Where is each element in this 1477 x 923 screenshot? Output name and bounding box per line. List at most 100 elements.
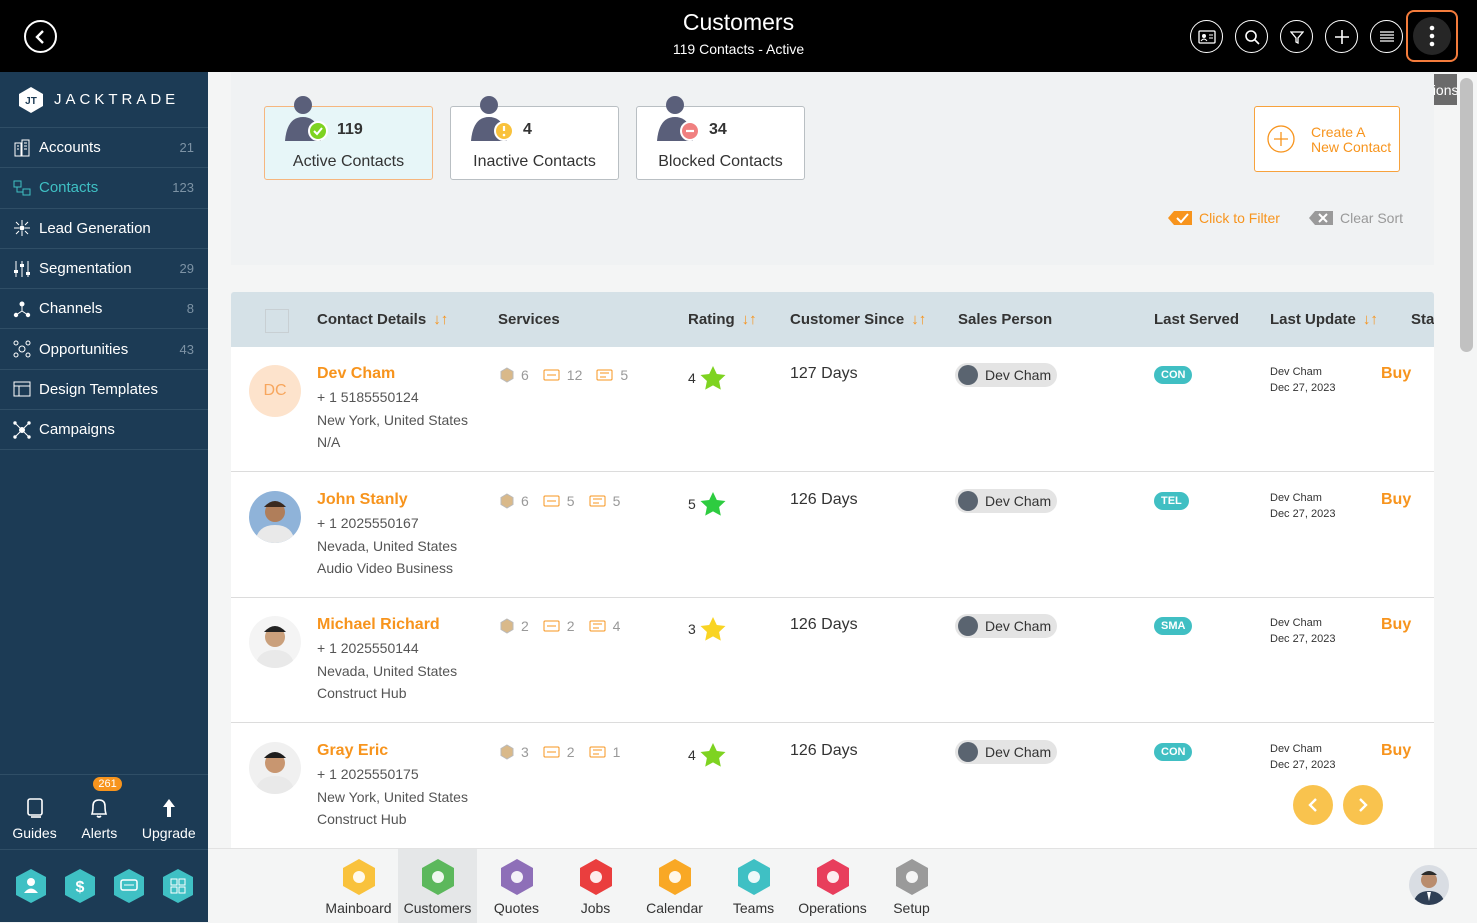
user-avatar-photo — [1409, 865, 1449, 905]
sales-person-name: Dev Cham — [985, 743, 1052, 760]
sales-person-chip[interactable]: Dev Cham — [955, 363, 1058, 387]
rating: 5 — [688, 491, 727, 517]
create-label-line2: New Contact — [1311, 139, 1392, 155]
blocked-user-icon — [657, 96, 700, 141]
bottom-nav-quotes[interactable]: Quotes — [477, 849, 556, 923]
inactive-contacts-card[interactable]: 4 Inactive Contacts — [450, 96, 619, 180]
services-summary[interactable]: 6 5 5 — [499, 493, 634, 509]
bottom-nav-calendar[interactable]: Calendar — [635, 849, 714, 923]
bottom-nav-label: Teams — [732, 900, 775, 916]
sidebar-item-contacts[interactable]: Contacts 123 — [0, 168, 208, 209]
sales-person-chip[interactable]: Dev Cham — [955, 488, 1058, 513]
sliders-icon — [14, 260, 30, 277]
filter-button[interactable] — [1280, 20, 1313, 53]
chevron-left-icon — [1308, 798, 1317, 812]
bottom-nav-mainboard[interactable]: Mainboard — [319, 849, 398, 923]
sort-icon: ↓↑ — [433, 311, 449, 328]
col-rating[interactable]: Rating ↓↑ — [688, 311, 757, 328]
last-served-badge: TEL — [1154, 491, 1189, 510]
more-options-button[interactable] — [1406, 10, 1458, 62]
sidebar-item-lead-generation[interactable]: Lead Generation — [0, 209, 208, 249]
col-customer-since[interactable]: Customer Since ↓↑ — [790, 311, 926, 328]
last-served-badge: CON — [1154, 742, 1193, 761]
bottom-nav-teams[interactable]: Teams — [714, 849, 793, 923]
col-sales-person: Sales Person — [958, 311, 1053, 328]
opportunities-icon — [13, 340, 31, 358]
quote-count: 2 — [566, 743, 575, 760]
apps-hex-icon[interactable] — [161, 868, 195, 904]
sidebar-item-label: Lead Generation — [39, 219, 151, 237]
contact-card-icon — [1197, 29, 1216, 44]
services-summary[interactable]: 2 2 4 — [499, 618, 634, 634]
sidebar-item-segmentation[interactable]: Segmentation 29 — [0, 249, 208, 290]
create-contact-button[interactable]: Create A New Contact — [1254, 106, 1400, 172]
contact-photo — [249, 616, 301, 668]
col-last-update[interactable]: Last Update ↓↑ — [1270, 311, 1378, 328]
sales-person-avatar — [958, 490, 978, 511]
bell-icon — [91, 799, 108, 818]
sidebar-item-campaigns[interactable]: Campaigns — [0, 410, 208, 451]
table-row[interactable]: John Stanly + 1 2025550167 Nevada, Unite… — [231, 472, 1434, 598]
chevron-right-icon — [1359, 798, 1368, 812]
services-summary[interactable]: 6 12 5 — [499, 367, 642, 383]
plus-icon — [1334, 29, 1349, 44]
user-avatar[interactable] — [1409, 865, 1449, 905]
person-hex-icon[interactable] — [14, 868, 48, 904]
click-to-filter-button[interactable]: Click to Filter — [1167, 209, 1280, 227]
prev-page-button[interactable] — [1293, 785, 1333, 825]
sales-person-name: Dev Cham — [985, 618, 1052, 634]
contact-company: Audio Video Business — [317, 559, 453, 576]
bottom-nav-customers[interactable]: Customers — [398, 849, 477, 923]
select-all-checkbox[interactable] — [265, 309, 289, 333]
blocked-contacts-card[interactable]: 34 Blocked Contacts — [636, 96, 805, 180]
services-summary[interactable]: 3 2 1 — [499, 744, 634, 760]
lead-generation-icon — [14, 220, 30, 237]
table-row[interactable]: DC Dev Cham + 1 5185550124 New York, Unit… — [231, 347, 1434, 472]
invoice-icon — [589, 620, 606, 632]
brand-logo[interactable]: JT JACKTRADE — [0, 72, 208, 128]
invoice-icon — [589, 746, 606, 757]
search-button[interactable] — [1235, 20, 1268, 53]
sidebar-item-channels[interactable]: Channels 8 — [0, 289, 208, 330]
guides-label: Guides — [12, 825, 57, 841]
contact-name[interactable]: Michael Richard — [317, 616, 440, 634]
sort-icon: ↓↑ — [1362, 311, 1378, 328]
bottom-nav-jobs[interactable]: Jobs — [556, 849, 635, 923]
bottom-nav-setup[interactable]: Setup — [872, 849, 951, 923]
scrollbar-thumb[interactable] — [1460, 78, 1473, 352]
filter-icon — [1289, 30, 1304, 44]
table-row[interactable]: Michael Richard + 1 2025550144 Nevada, U… — [231, 598, 1434, 723]
sidebar-item-opportunities[interactable]: Opportunities 43 — [0, 329, 208, 370]
search-icon — [1244, 29, 1260, 45]
sidebar-app-shortcuts: $ — [0, 849, 208, 922]
sidebar-item-design-templates[interactable]: Design Templates — [0, 370, 208, 411]
guides-button[interactable]: Guides — [12, 797, 57, 841]
contact-name[interactable]: Gray Eric — [317, 742, 388, 760]
status-value: Buy — [1381, 616, 1412, 633]
inactive-user-icon — [471, 96, 514, 141]
contact-name[interactable]: John Stanly — [317, 491, 408, 509]
contact-card-button[interactable] — [1190, 20, 1223, 53]
invoice-icon — [589, 495, 606, 506]
clear-sort-button[interactable]: Clear Sort — [1308, 209, 1403, 227]
next-page-button[interactable] — [1343, 785, 1383, 825]
contact-name[interactable]: Dev Cham — [317, 365, 395, 383]
sales-person-chip[interactable]: Dev Cham — [955, 614, 1058, 638]
chat-hex-icon[interactable] — [112, 868, 146, 904]
bottom-nav-label: Quotes — [493, 900, 540, 916]
bottom-nav-operations[interactable]: Operations — [793, 849, 872, 923]
alerts-button[interactable]: 261 Alerts — [81, 777, 122, 841]
col-contact-details[interactable]: Contact Details ↓↑ — [317, 311, 448, 328]
upgrade-button[interactable]: Upgrade — [142, 797, 196, 841]
dollar-hex-icon[interactable]: $ — [63, 868, 97, 904]
last-update: Dev Cham Dec 27, 2023 — [1270, 742, 1336, 771]
add-button[interactable] — [1325, 20, 1358, 53]
sidebar-item-label: Opportunities — [39, 340, 129, 358]
service-count: 6 — [521, 492, 529, 509]
active-contacts-card[interactable]: 119 Active Contacts — [264, 96, 433, 180]
list-view-button[interactable] — [1370, 20, 1403, 53]
table-row[interactable]: Gray Eric + 1 2025550175 New York, Unite… — [231, 723, 1434, 848]
sidebar-item-accounts[interactable]: Accounts 21 — [0, 128, 208, 169]
sales-person-chip[interactable]: Dev Cham — [955, 739, 1058, 764]
star-icon — [700, 742, 726, 767]
